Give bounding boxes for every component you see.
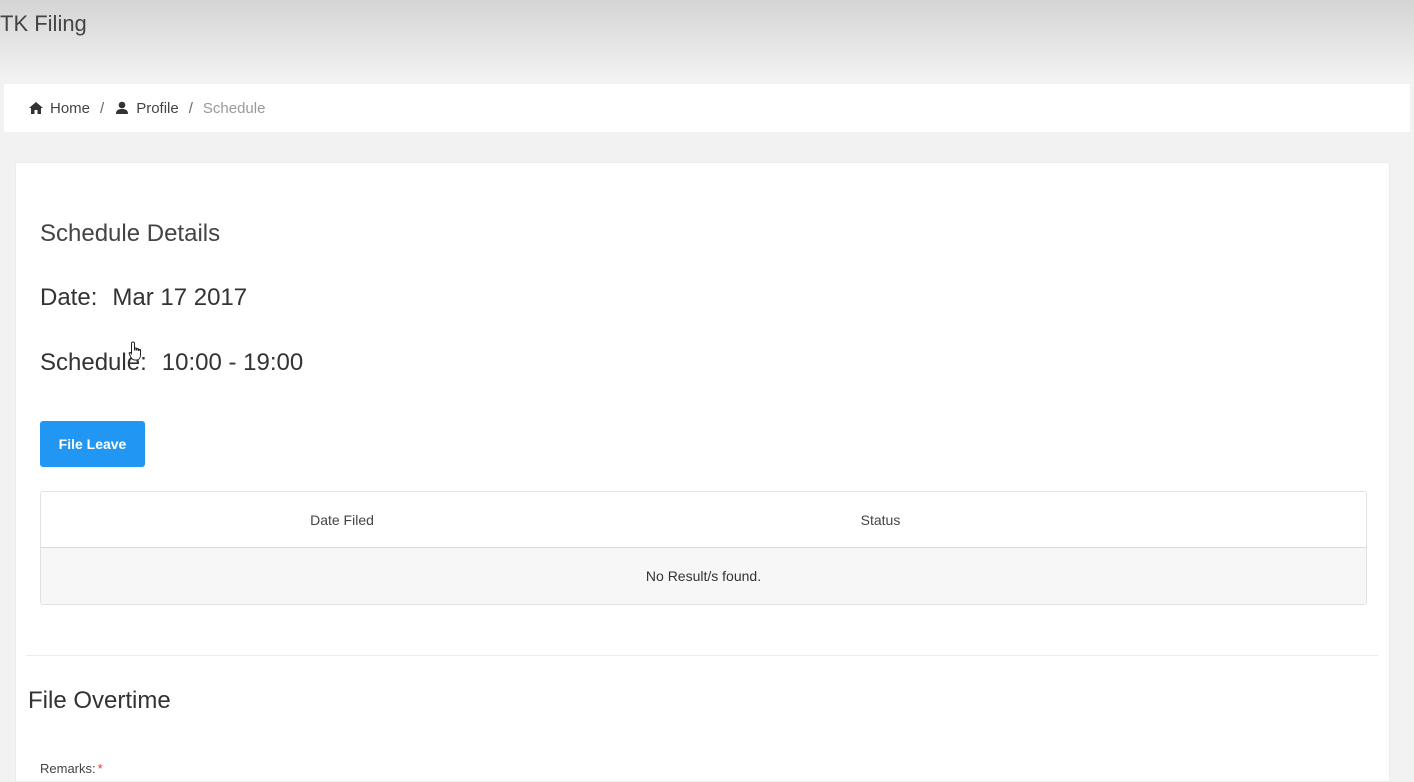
breadcrumb-home-label: Home xyxy=(50,99,91,117)
home-icon xyxy=(28,101,44,115)
schedule-card: Schedule Details Date: Mar 17 2017 Schedu… xyxy=(15,162,1390,782)
breadcrumb-separator: / xyxy=(100,99,105,117)
date-value: Mar 17 2017 xyxy=(112,284,248,311)
file-leave-button[interactable]: File Leave xyxy=(40,421,145,467)
breadcrumb-profile-label: Profile xyxy=(136,99,179,117)
user-icon xyxy=(114,101,130,115)
breadcrumb: Home / Profile / Schedule xyxy=(4,84,1410,132)
hand-cursor-icon xyxy=(128,341,144,363)
empty-results-message: No Result/s found. xyxy=(41,548,1366,604)
breadcrumb-home[interactable]: Home xyxy=(28,100,90,117)
top-header: TK Filing xyxy=(0,0,1414,82)
column-status: Status xyxy=(860,511,901,528)
app-title: TK Filing xyxy=(0,11,87,36)
breadcrumb-separator: / xyxy=(188,99,193,117)
leave-table: Date Filed Status No Result/s found. xyxy=(40,491,1367,605)
date-row: Date: Mar 17 2017 xyxy=(40,284,247,312)
section-divider xyxy=(26,655,1378,656)
schedule-row: Schedule: 10:00 - 19:00 xyxy=(40,349,303,377)
date-label: Date: xyxy=(40,284,98,311)
column-date-filed: Date Filed xyxy=(310,511,374,528)
schedule-details-heading: Schedule Details xyxy=(40,220,221,247)
schedule-value: 10:00 - 19:00 xyxy=(161,349,304,376)
breadcrumb-schedule: Schedule xyxy=(202,99,266,117)
breadcrumb-profile[interactable]: Profile xyxy=(114,100,179,117)
leave-table-header: Date Filed Status xyxy=(41,492,1366,548)
file-overtime-heading: File Overtime xyxy=(28,687,171,714)
